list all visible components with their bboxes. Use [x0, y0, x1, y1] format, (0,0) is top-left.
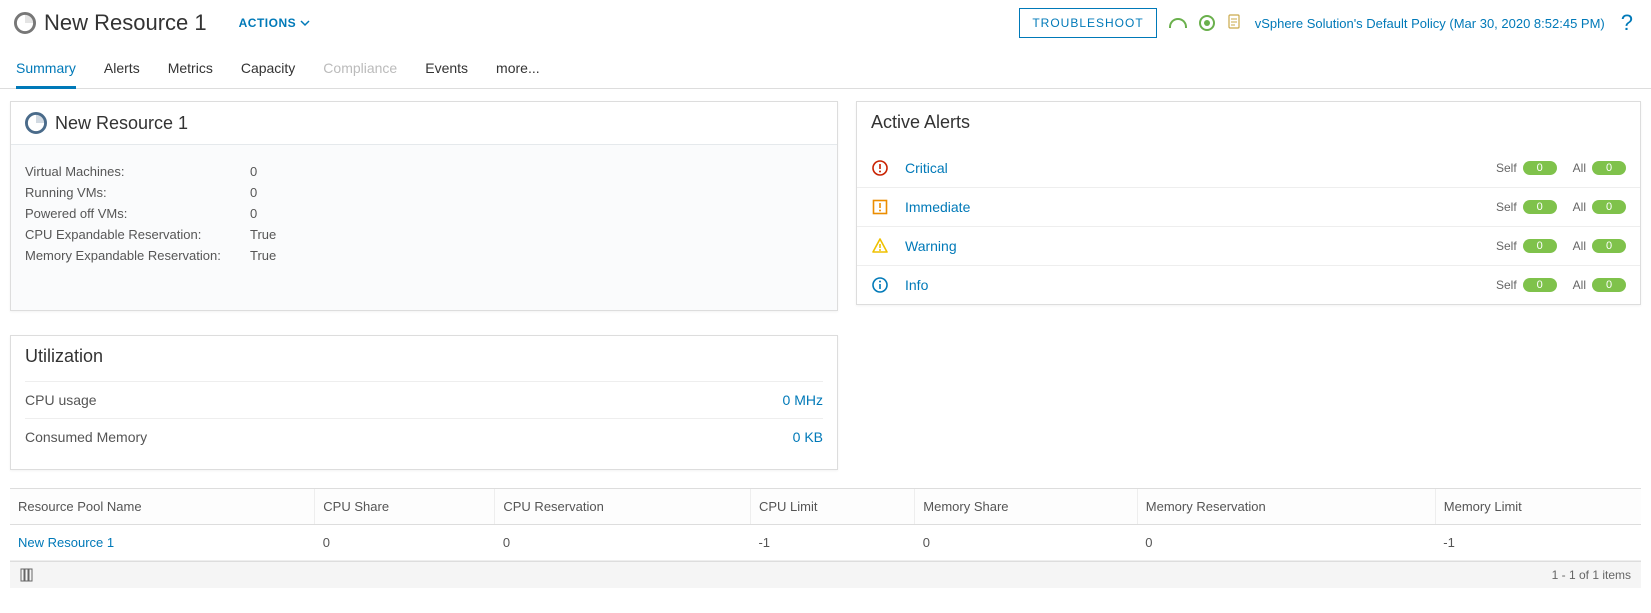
self-count-badge: 0 — [1523, 278, 1557, 292]
column-header[interactable]: Resource Pool Name — [10, 489, 315, 525]
summary-value: 0 — [250, 185, 257, 200]
all-label: All — [1573, 200, 1586, 214]
all-count-badge: 0 — [1592, 239, 1626, 253]
utilization-title: Utilization — [25, 346, 103, 367]
all-count-badge: 0 — [1592, 161, 1626, 175]
alert-row-info: Info Self 0 All 0 — [857, 265, 1640, 304]
cell: 0 — [315, 525, 495, 561]
alert-row-critical: Critical Self 0 All 0 — [857, 149, 1640, 187]
column-header[interactable]: CPU Reservation — [495, 489, 751, 525]
summary-card: New Resource 1 Virtual Machines:0Running… — [10, 101, 838, 311]
tab-summary[interactable]: Summary — [16, 50, 76, 88]
summary-label: Memory Expandable Reservation: — [25, 248, 240, 263]
resource-pool-icon — [25, 112, 47, 134]
all-label: All — [1573, 239, 1586, 253]
tab-compliance: Compliance — [323, 50, 397, 88]
self-label: Self — [1496, 161, 1517, 175]
self-label: Self — [1496, 200, 1517, 214]
grid-footer-text: 1 - 1 of 1 items — [1552, 568, 1631, 582]
health-badge-icon — [1169, 18, 1187, 28]
self-count-badge: 0 — [1523, 200, 1557, 214]
all-count-badge: 0 — [1592, 278, 1626, 292]
summary-value: 0 — [250, 164, 257, 179]
info-icon — [871, 276, 889, 294]
policy-link[interactable]: vSphere Solution's Default Policy (Mar 3… — [1255, 16, 1605, 31]
column-header[interactable]: CPU Limit — [750, 489, 914, 525]
actions-label: ACTIONS — [239, 16, 297, 30]
column-header[interactable]: Memory Limit — [1435, 489, 1641, 525]
table-row[interactable]: New Resource 1 0 0 -1 0 0 -1 — [10, 525, 1641, 561]
summary-row: Powered off VMs: 0 — [25, 203, 823, 224]
critical-icon — [871, 159, 889, 177]
alert-level-link[interactable]: Immediate — [905, 199, 1480, 215]
tab-capacity[interactable]: Capacity — [241, 50, 295, 88]
summary-label: Virtual Machines: — [25, 164, 240, 179]
cell: -1 — [750, 525, 914, 561]
column-header[interactable]: Memory Share — [915, 489, 1138, 525]
self-label: Self — [1496, 239, 1517, 253]
resource-name-cell[interactable]: New Resource 1 — [10, 525, 315, 561]
alert-level-link[interactable]: Info — [905, 277, 1480, 293]
resource-pool-icon — [14, 12, 36, 34]
summary-label: Powered off VMs: — [25, 206, 240, 221]
summary-row: Virtual Machines: 0 — [25, 161, 823, 182]
summary-row: Memory Expandable Reservation: True — [25, 245, 823, 266]
summary-value: 0 — [250, 206, 257, 221]
tab-more-[interactable]: more... — [496, 50, 540, 88]
column-header[interactable]: Memory Reservation — [1137, 489, 1435, 525]
status-ok-icon — [1199, 15, 1215, 31]
util-label: Consumed Memory — [25, 429, 147, 445]
alert-row-warning: Warning Self 0 All 0 — [857, 226, 1640, 265]
self-count-badge: 0 — [1523, 161, 1557, 175]
all-label: All — [1573, 278, 1586, 292]
alert-row-immediate: Immediate Self 0 All 0 — [857, 187, 1640, 226]
summary-label: CPU Expandable Reservation: — [25, 227, 240, 242]
utilization-row: CPU usage 0 MHz — [25, 381, 823, 418]
tab-events[interactable]: Events — [425, 50, 468, 88]
tab-metrics[interactable]: Metrics — [168, 50, 213, 88]
help-icon[interactable]: ? — [1621, 10, 1633, 36]
self-count-badge: 0 — [1523, 239, 1557, 253]
warning-icon — [871, 237, 889, 255]
resource-grid: Resource Pool NameCPU ShareCPU Reservati… — [10, 488, 1641, 588]
summary-value: True — [250, 227, 276, 242]
immediate-icon — [871, 198, 889, 216]
tab-alerts[interactable]: Alerts — [104, 50, 140, 88]
cell: 0 — [495, 525, 751, 561]
utilization-card: Utilization CPU usage 0 MHz Consumed Memor… — [10, 335, 838, 470]
summary-row: CPU Expandable Reservation: True — [25, 224, 823, 245]
chevron-down-icon — [300, 18, 310, 28]
utilization-row: Consumed Memory 0 KB — [25, 418, 823, 455]
active-alerts-card: Active Alerts Critical Self 0 All 0 Immedi… — [856, 101, 1641, 305]
cell: 0 — [915, 525, 1138, 561]
util-value[interactable]: 0 MHz — [783, 392, 823, 408]
util-label: CPU usage — [25, 392, 97, 408]
self-label: Self — [1496, 278, 1517, 292]
all-label: All — [1573, 161, 1586, 175]
alert-level-link[interactable]: Warning — [905, 238, 1480, 254]
util-value[interactable]: 0 KB — [793, 429, 823, 445]
summary-title: New Resource 1 — [55, 113, 188, 134]
policy-icon — [1227, 13, 1243, 34]
summary-row: Running VMs: 0 — [25, 182, 823, 203]
all-count-badge: 0 — [1592, 200, 1626, 214]
active-alerts-title: Active Alerts — [871, 112, 970, 133]
page-title: New Resource 1 — [44, 10, 207, 36]
troubleshoot-button[interactable]: TROUBLESHOOT — [1019, 8, 1156, 38]
summary-label: Running VMs: — [25, 185, 240, 200]
actions-button[interactable]: ACTIONS — [239, 16, 311, 30]
column-picker-icon[interactable] — [20, 568, 34, 582]
alert-level-link[interactable]: Critical — [905, 160, 1480, 176]
column-header[interactable]: CPU Share — [315, 489, 495, 525]
cell: -1 — [1435, 525, 1641, 561]
cell: 0 — [1137, 525, 1435, 561]
summary-value: True — [250, 248, 276, 263]
